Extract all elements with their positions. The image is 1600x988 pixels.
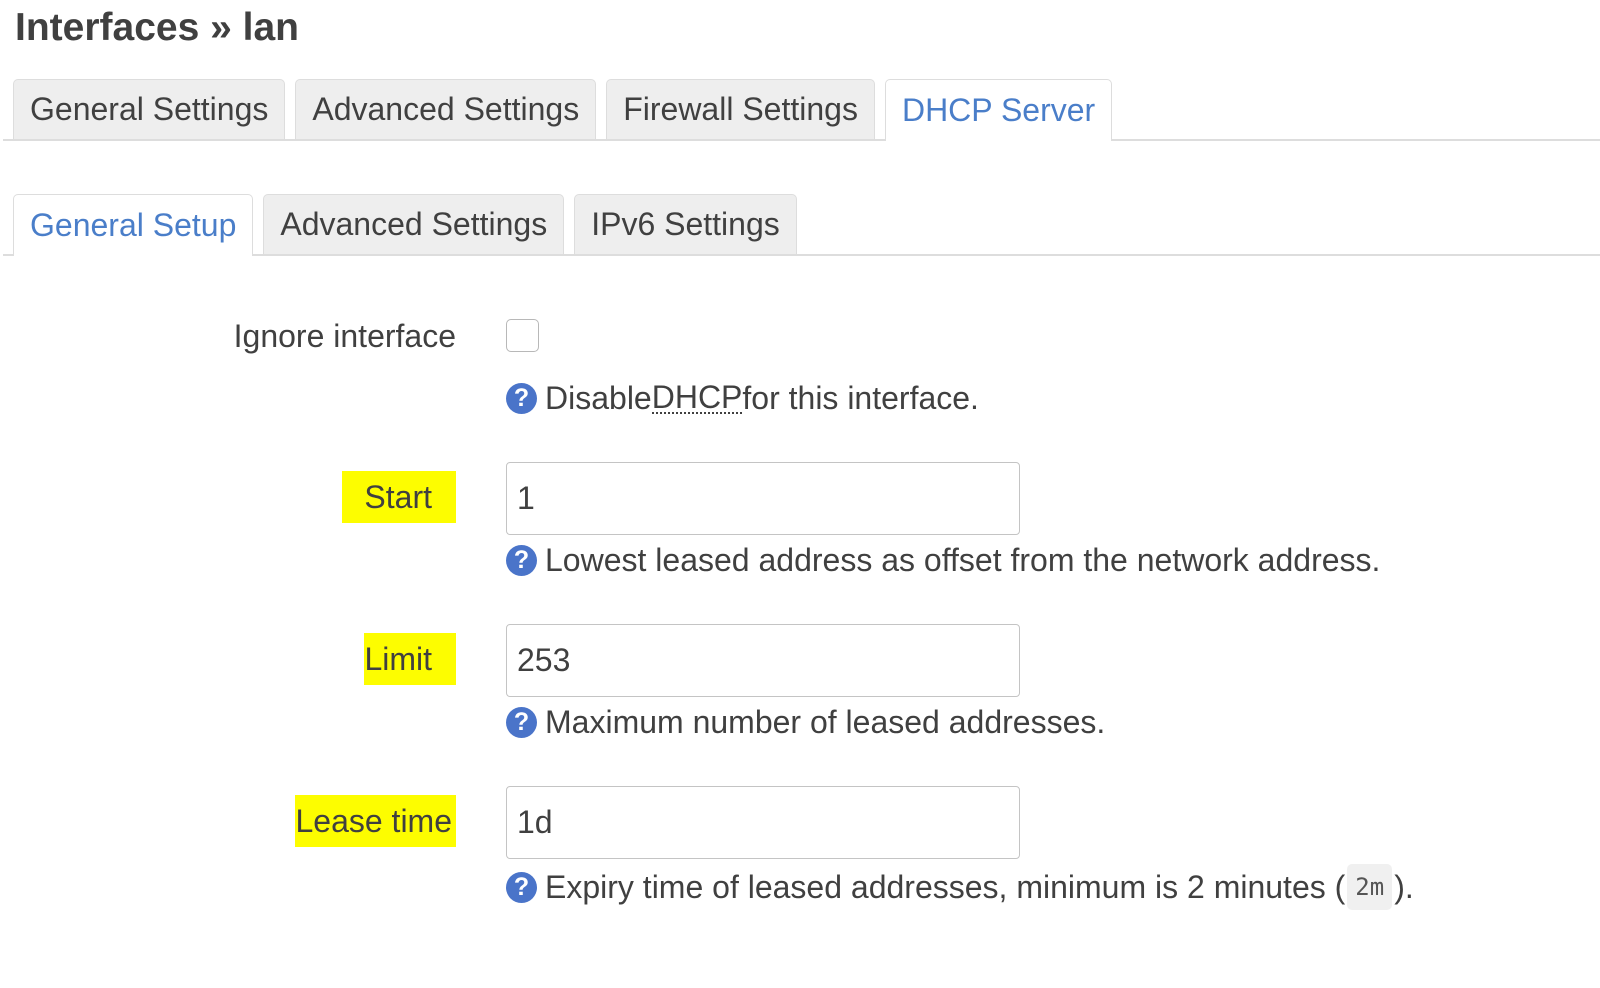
lease-time-label: Lease time (295, 795, 456, 847)
subtab-general-setup[interactable]: General Setup (13, 194, 254, 256)
limit-hint: ? Maximum number of leased addresses. (506, 702, 1105, 742)
start-hint-text: Lowest leased address as offset from the… (545, 542, 1381, 578)
lease-time-hint-before: Expiry time of leased addresses, minimum… (545, 869, 1346, 905)
start-label-text: Start (342, 471, 456, 523)
lease-time-input[interactable] (506, 786, 1020, 859)
subtab-ipv6-settings[interactable]: IPv6 Settings (574, 194, 797, 254)
dhcp-abbr: DHCP (651, 379, 743, 415)
start-input[interactable] (506, 462, 1020, 535)
tab-dhcp-server[interactable]: DHCP Server (884, 79, 1113, 141)
ignore-interface-checkbox[interactable] (506, 319, 539, 352)
ignore-interface-label-text: Ignore interface (233, 318, 456, 354)
ignore-interface-hint: ? Disable DHCP for this interface. (506, 378, 979, 418)
lease-time-hint: ? Expiry time of leased addresses, minim… (506, 864, 1414, 910)
help-icon: ? (506, 382, 537, 414)
start-label: Start (342, 471, 456, 523)
tab-advanced-settings[interactable]: Advanced Settings (295, 79, 597, 139)
lease-time-label-text: Lease time (295, 795, 456, 847)
page-title: Interfaces » lan (15, 6, 299, 49)
lease-time-hint-after: ). (1394, 869, 1414, 905)
help-icon: ? (506, 706, 537, 738)
limit-input[interactable] (506, 624, 1020, 697)
tab-firewall-settings[interactable]: Firewall Settings (606, 79, 875, 139)
ignore-interface-label: Ignore interface (234, 316, 456, 356)
lease-time-example-code: 2m (1347, 864, 1393, 910)
tab-general-settings[interactable]: General Settings (13, 79, 286, 139)
interface-tabbar: General Settings Advanced Settings Firew… (3, 79, 1600, 141)
start-hint: ? Lowest leased address as offset from t… (506, 540, 1380, 580)
dhcp-subtabbar: General Setup Advanced Settings IPv6 Set… (3, 194, 1600, 256)
help-icon: ? (506, 871, 537, 903)
hint-text-before: Disable (545, 380, 652, 416)
limit-hint-text: Maximum number of leased addresses. (545, 704, 1106, 740)
page: Interfaces » lan General Settings Advanc… (0, 0, 1600, 988)
subtab-advanced-settings[interactable]: Advanced Settings (263, 194, 565, 254)
hint-text-after: for this interface. (742, 380, 979, 416)
limit-label-text: Limit (364, 633, 456, 685)
limit-label: Limit (364, 633, 456, 685)
help-icon: ? (506, 544, 537, 576)
